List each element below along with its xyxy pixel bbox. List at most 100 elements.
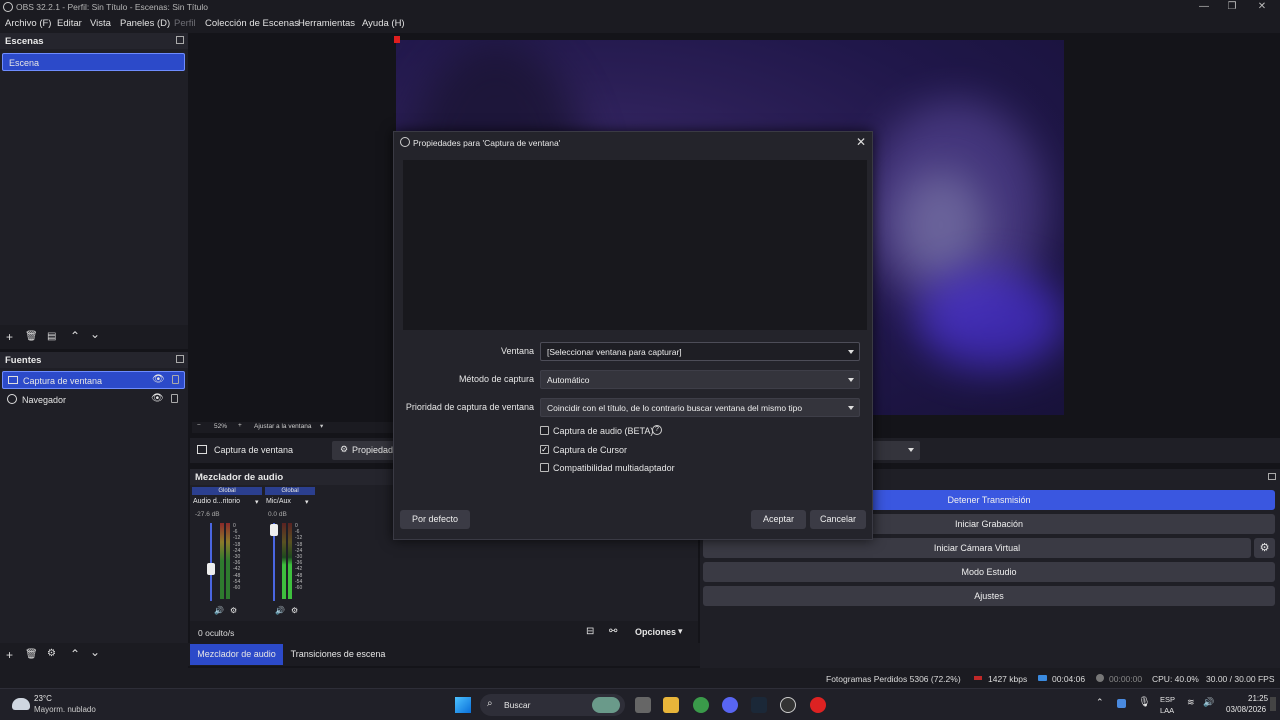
- virtual-camera-gear-icon[interactable]: ⚙: [1254, 538, 1275, 558]
- menu-archivo[interactable]: Archivo (F): [5, 18, 51, 29]
- options-button[interactable]: Opciones: [635, 627, 676, 637]
- scale-tick: -60: [233, 585, 241, 592]
- accept-button[interactable]: Aceptar: [751, 510, 806, 529]
- chevron-down-icon[interactable]: ▾: [255, 498, 259, 506]
- multiadapter-checkbox[interactable]: [540, 463, 549, 472]
- link-icon[interactable]: ⚯: [609, 626, 617, 637]
- source-item-window-capture[interactable]: Captura de ventana 👁: [2, 371, 185, 389]
- help-icon[interactable]: ?: [652, 425, 662, 435]
- float-icon[interactable]: [1268, 473, 1276, 480]
- menu-vista[interactable]: Vista: [90, 18, 111, 29]
- windows-start-icon[interactable]: [455, 697, 471, 713]
- steam-icon[interactable]: [751, 697, 767, 713]
- capture-method-select[interactable]: Automático: [540, 370, 860, 389]
- audio-capture-checkbox[interactable]: [540, 426, 549, 435]
- taskbar-search[interactable]: ⌕ Buscar: [480, 694, 625, 716]
- task-view-icon[interactable]: [635, 697, 651, 713]
- close-button[interactable]: ✕: [1248, 0, 1276, 15]
- speaker-icon[interactable]: 🔊: [214, 606, 224, 615]
- zoom-out-button[interactable]: −: [197, 422, 201, 429]
- capture-method-value: Automático: [547, 375, 590, 385]
- float-icon[interactable]: [176, 355, 184, 363]
- chevron-down-icon[interactable]: ▾: [678, 626, 683, 637]
- weather-temp[interactable]: 23°C: [34, 694, 52, 703]
- eye-icon[interactable]: 👁: [151, 393, 164, 404]
- tab-audio-mixer[interactable]: Mezclador de audio: [190, 644, 283, 665]
- show-desktop-button[interactable]: [1270, 697, 1276, 711]
- chevron-down-icon[interactable]: ▾: [305, 498, 309, 506]
- move-down-icon[interactable]: ⌄: [90, 328, 100, 340]
- record-time: 00:00:00: [1109, 674, 1143, 684]
- minimize-button[interactable]: —: [1190, 0, 1218, 15]
- filter-scene-icon[interactable]: ▤: [47, 332, 56, 342]
- move-up-icon[interactable]: ⌃: [70, 648, 80, 660]
- search-highlight-icon: [592, 697, 620, 713]
- wifi-icon[interactable]: ≋: [1187, 697, 1195, 708]
- capture-priority-label: Prioridad de captura de ventana: [405, 402, 534, 412]
- mixer-gear-icon[interactable]: ⚙: [291, 606, 298, 615]
- settings-button[interactable]: Ajustes: [703, 586, 1275, 606]
- volume-slider-track[interactable]: [210, 523, 212, 601]
- move-up-icon[interactable]: ⌃: [70, 330, 80, 342]
- move-down-icon[interactable]: ⌄: [90, 646, 100, 658]
- properties-button[interactable]: ⚙ Propiedad: [332, 441, 402, 460]
- volume-slider-handle[interactable]: [207, 563, 215, 575]
- menu-ayuda[interactable]: Ayuda (H): [362, 18, 405, 29]
- cancel-button[interactable]: Cancelar: [810, 510, 866, 529]
- gear-icon[interactable]: ⚙: [47, 649, 56, 659]
- maximize-button[interactable]: ❐: [1218, 0, 1246, 15]
- obs-taskbar-icon[interactable]: [780, 697, 796, 713]
- file-explorer-icon[interactable]: [663, 697, 679, 713]
- remove-scene-icon[interactable]: 🗑: [25, 332, 38, 342]
- float-icon[interactable]: [176, 36, 184, 44]
- mixer-gear-icon[interactable]: ⚙: [230, 606, 237, 615]
- chevron-up-icon[interactable]: ⌃: [1096, 697, 1104, 708]
- source-item-browser[interactable]: Navegador 👁: [2, 391, 185, 409]
- volume-icon[interactable]: 🔊: [1203, 697, 1214, 708]
- clock-time[interactable]: 21:25: [1248, 694, 1268, 703]
- clock-date[interactable]: 03/08/2026: [1226, 705, 1266, 714]
- add-icon[interactable]: +: [6, 649, 13, 661]
- weather-desc[interactable]: Mayorm. nublado: [34, 705, 96, 714]
- tab-scene-transitions[interactable]: Transiciones de escena: [286, 644, 390, 665]
- microphone-icon[interactable]: 🎙: [1138, 697, 1151, 708]
- properties-label: Propiedad: [352, 445, 394, 455]
- defaults-button[interactable]: Por defecto: [400, 510, 470, 529]
- menu-perfil[interactable]: Perfil: [174, 18, 196, 29]
- app-icon[interactable]: [810, 697, 826, 713]
- scene-item[interactable]: Escena: [2, 53, 185, 71]
- close-icon[interactable]: ✕: [856, 135, 866, 149]
- window-select[interactable]: [Seleccionar ventana para capturar]: [540, 342, 860, 361]
- channel-db: -27.6 dB: [195, 511, 220, 518]
- layout-indicator[interactable]: LAA: [1160, 706, 1174, 715]
- add-scene-icon[interactable]: +: [6, 331, 13, 343]
- layout-icon[interactable]: ⊟: [586, 626, 594, 637]
- discord-icon[interactable]: [722, 697, 738, 713]
- mixer-channel-mic: Global Mic/Aux ▾ 0.0 dB 0 -6 -12 -18 -24…: [265, 487, 315, 619]
- resize-handle[interactable]: [394, 36, 400, 43]
- lock-icon[interactable]: [172, 375, 179, 384]
- volume-slider-handle[interactable]: [270, 524, 278, 536]
- channel-db: 0.0 dB: [268, 511, 287, 518]
- capture-priority-select[interactable]: Coincidir con el título, de lo contrario…: [540, 398, 860, 417]
- cursor-capture-checkbox[interactable]: ✓: [540, 445, 549, 454]
- globe-icon: [7, 394, 17, 404]
- lock-icon[interactable]: [171, 394, 178, 403]
- trash-icon[interactable]: 🗑: [25, 650, 38, 660]
- language-indicator[interactable]: ESP: [1160, 695, 1175, 704]
- start-virtual-camera-button[interactable]: Iniciar Cámara Virtual: [703, 538, 1251, 558]
- tray-app-icon[interactable]: [1117, 699, 1126, 708]
- button-label: Ajustes: [974, 591, 1004, 601]
- zoom-fit-select[interactable]: Ajustar a la ventana: [254, 423, 311, 430]
- menu-herramientas[interactable]: Herramientas: [298, 18, 355, 29]
- dialog-preview: [403, 160, 867, 330]
- chrome-icon[interactable]: [693, 697, 709, 713]
- menu-editar[interactable]: Editar: [57, 18, 82, 29]
- studio-mode-button[interactable]: Modo Estudio: [703, 562, 1275, 582]
- chevron-down-icon[interactable]: ▾: [320, 422, 323, 430]
- eye-icon[interactable]: 👁: [152, 374, 165, 385]
- menu-paneles[interactable]: Paneles (D): [120, 18, 170, 29]
- speaker-icon[interactable]: 🔊: [275, 606, 285, 615]
- zoom-in-button[interactable]: +: [238, 422, 242, 429]
- menu-coleccion-escenas[interactable]: Colección de Escenas: [205, 18, 299, 29]
